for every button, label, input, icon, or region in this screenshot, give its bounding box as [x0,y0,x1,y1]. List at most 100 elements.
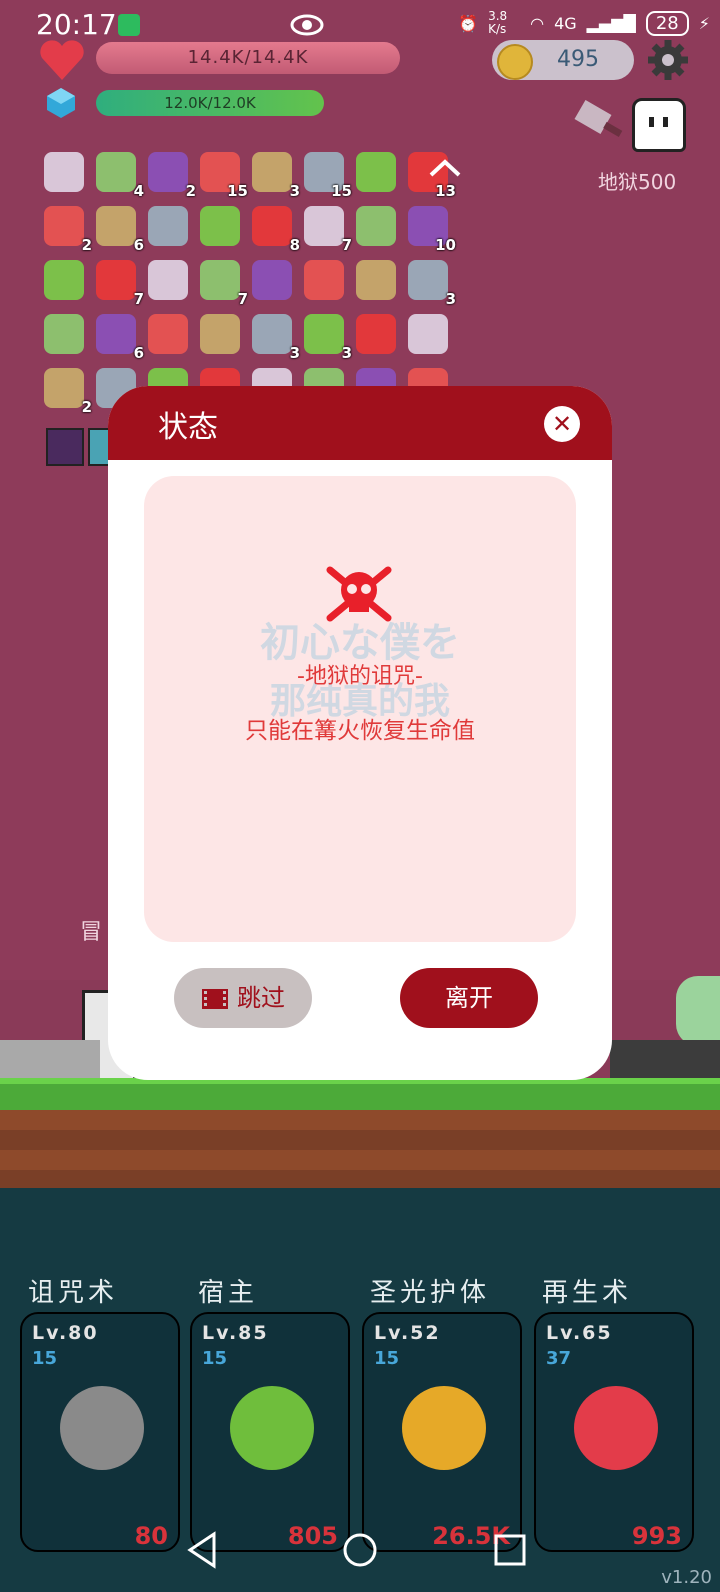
speech-bubble-icon[interactable]: 8 [252,206,300,254]
card-icon[interactable] [148,314,188,354]
angel-icon [402,1386,486,1470]
dagger-icon[interactable]: 7 [304,206,352,254]
status-icons: ⏰ 3.8 K/s ◠ 4G ▂▄▆█ 28 ⚡ [458,10,710,36]
coin-icon [497,44,533,80]
tablet-icon[interactable]: 4 [96,152,144,200]
bat-icon[interactable] [252,260,292,300]
recents-icon[interactable] [494,1534,526,1566]
home-icon[interactable] [343,1533,377,1567]
bow-icon[interactable]: 3 [252,152,300,200]
equipped-slot[interactable] [46,428,84,466]
green-flask-icon[interactable]: 7 [96,260,144,308]
heart-icon [40,40,84,80]
item-count: 8 [289,236,300,254]
pill-icon[interactable]: 6 [96,206,144,254]
skill-name: 再生术 [542,1278,633,1308]
skill-cost: 37 [546,1348,572,1369]
clock: 20:17 [36,8,117,41]
eye-icon [290,14,324,36]
flower-icon[interactable]: 7 [200,260,248,308]
skill-card[interactable]: Lv.85 15 805 [190,1312,350,1552]
purple-potion-icon[interactable]: 2 [148,152,196,200]
ghost-icon[interactable] [632,98,686,152]
item-count: 3 [289,182,300,200]
item-count: 4 [133,182,144,200]
cleaver-icon[interactable] [574,100,624,144]
item-count: 7 [341,236,352,254]
door-icon[interactable] [200,314,240,354]
hook-icon[interactable] [148,206,188,246]
watermelon-icon[interactable]: 15 [200,152,248,200]
dialog-header: 状态 ✕ [108,386,612,460]
lime-icon[interactable] [356,152,396,192]
inventory-row: 2 6 8 7 10 [42,200,482,254]
skill-level: Lv.52 [374,1322,441,1344]
ice-cream-icon[interactable] [44,260,84,300]
book-icon[interactable]: 10 [408,206,456,254]
wifi-icon: ◠ [530,13,545,33]
item-count: 2 [81,398,92,416]
skill-cost: 15 [202,1348,228,1369]
winged-heart-icon [574,1386,658,1470]
gear-icon[interactable] [646,38,690,82]
hourglass-icon [118,14,140,36]
battery-level: 28 [645,10,689,36]
meteors-icon[interactable] [148,260,188,300]
net-speed: 3.8 K/s [488,9,508,36]
curse-description: 只能在篝火恢复生命值 [245,718,475,744]
skull-icon [60,1386,144,1470]
skip-button[interactable]: 跳过 [174,968,312,1028]
target-icon[interactable] [356,314,396,354]
skill-name: 诅咒术 [28,1278,119,1308]
beer-icon[interactable]: 6 [96,314,144,362]
status-panel: 初心な僕を 那纯真的我 -地狱的诅咒- 只能在篝火恢复生命值 [144,476,576,942]
adventure-label: 冒 [80,920,103,945]
close-button[interactable]: ✕ [544,406,580,442]
skill-card[interactable]: Lv.65 37 993 [534,1312,694,1552]
item-count: 2 [81,236,92,254]
item-count: 7 [133,290,144,308]
jam-jar-icon[interactable]: 3 [304,314,352,362]
dialog-title: 状态 [158,410,218,445]
system-nav-bar [187,1531,526,1569]
skip-label: 跳过 [237,984,285,1012]
skill-level: Lv.65 [546,1322,613,1344]
hp-bar: 14.4K/14.4K [96,42,400,74]
suitcase-icon[interactable]: 2 [44,206,92,254]
magic-wand-icon[interactable] [44,314,84,354]
skill-card[interactable]: Lv.52 15 26.5K [362,1312,522,1552]
capsule-icon[interactable]: 3 [252,314,300,362]
chevron-up-icon[interactable] [428,158,462,178]
envelope-icon[interactable]: 2 [44,368,92,416]
skill-cost: 15 [32,1348,58,1369]
mana-gem-icon [47,88,75,118]
location-label: 地狱500 [598,170,677,194]
leave-button[interactable]: 离开 [400,968,538,1028]
item-count: 3 [445,290,456,308]
skill-card[interactable]: Lv.80 15 80 [20,1312,180,1552]
scroll-icon[interactable] [356,260,396,300]
unicorn-icon[interactable] [304,260,344,300]
skill-cost: 15 [374,1348,400,1369]
fence [0,1040,100,1078]
inventory-row: 7 7 3 [42,254,482,308]
scroll-ribbon-icon[interactable] [44,152,84,192]
flames-icon[interactable] [408,314,448,354]
item-count: 6 [133,236,144,254]
sword-icon[interactable]: 15 [304,152,352,200]
skill-name: 宿主 [198,1278,259,1308]
note-icon[interactable] [356,206,396,246]
back-icon[interactable] [187,1531,216,1569]
skill-level: Lv.85 [202,1322,269,1344]
tree [676,976,720,1046]
coin-value: 495 [557,47,599,72]
signal-network: 4G [554,13,577,33]
item-count: 15 [331,182,352,200]
item-count: 13 [435,182,456,200]
wizard-hat-icon[interactable] [200,206,240,246]
skill-level: Lv.80 [32,1322,99,1344]
inventory-row: 4 2 15 3 15 13 [42,146,482,200]
rocks [610,1040,720,1078]
item-count: 3 [341,344,352,362]
cake-icon[interactable]: 3 [408,260,456,308]
